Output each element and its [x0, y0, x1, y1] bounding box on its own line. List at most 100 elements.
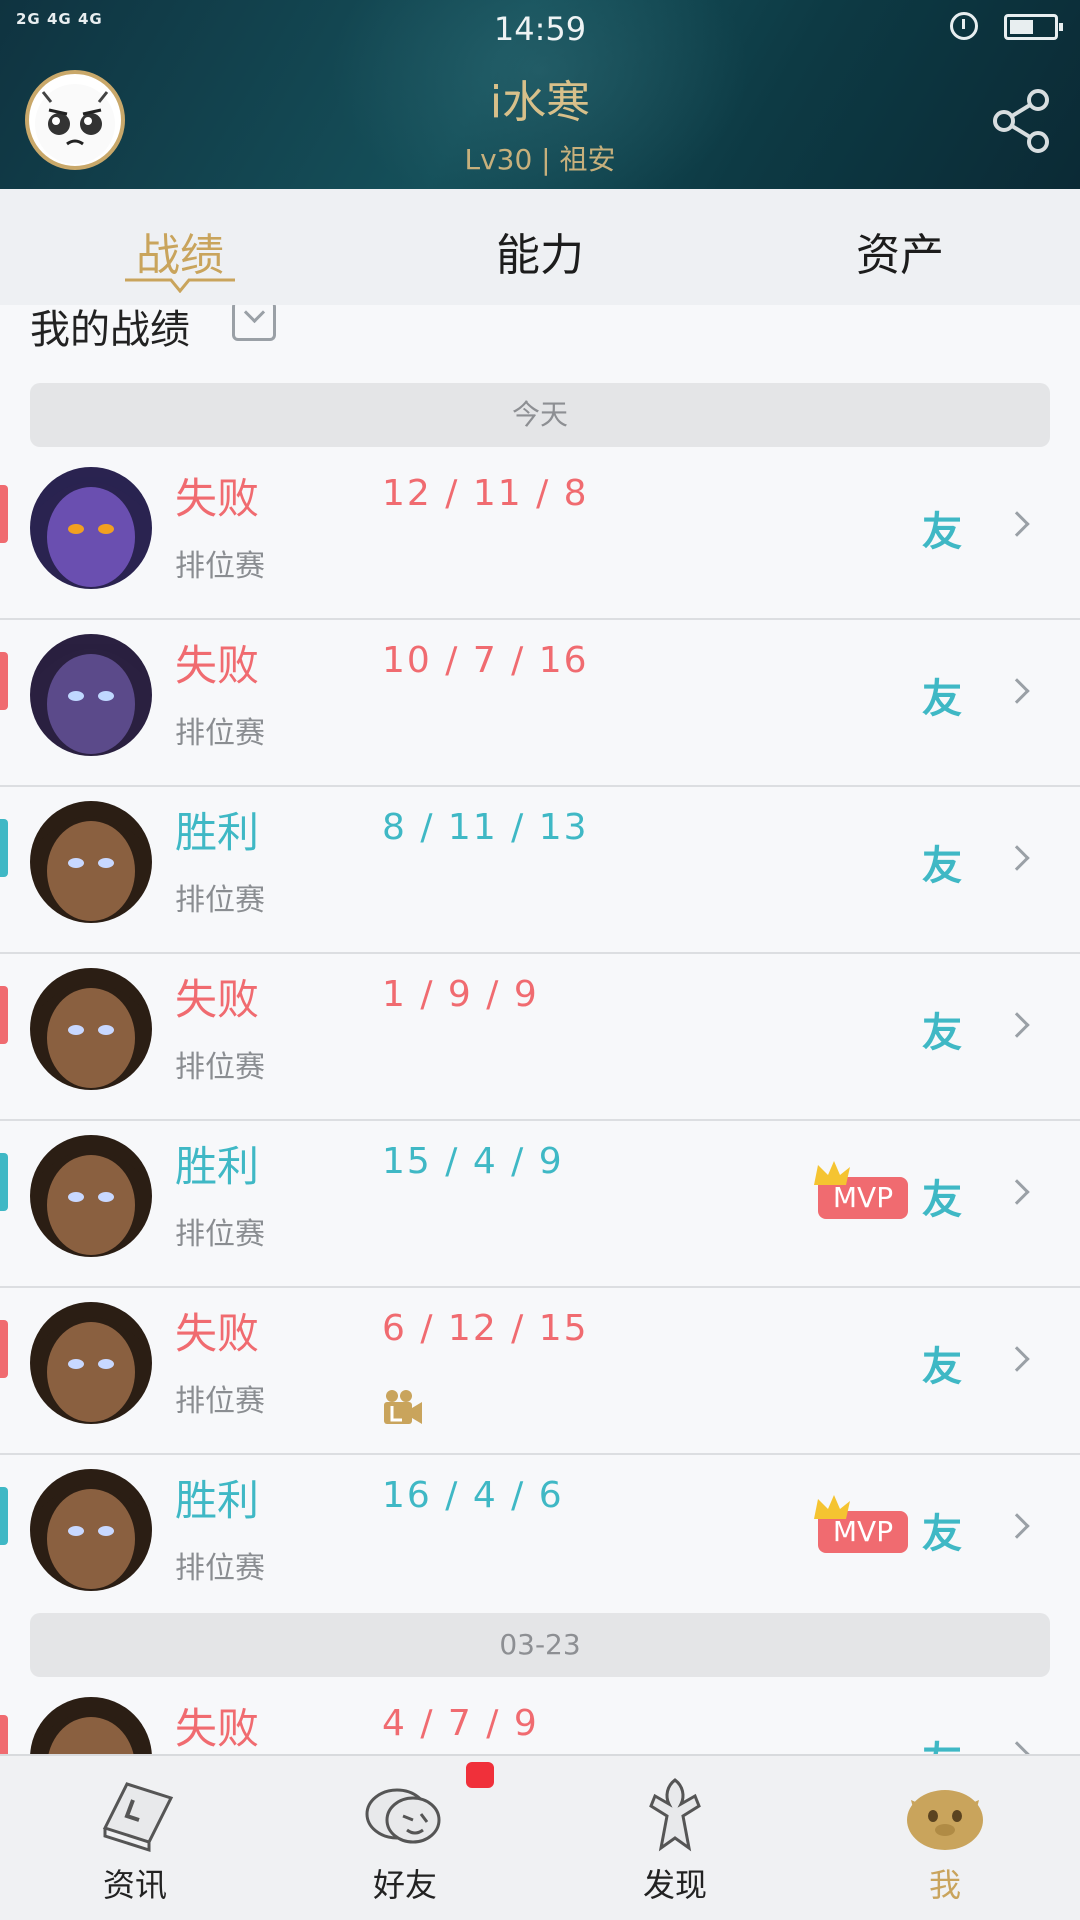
crown-icon [814, 1161, 850, 1185]
hero-portrait [30, 1697, 152, 1755]
nav-item-news[interactable]: 资讯 [0, 1756, 270, 1920]
match-mode: 排位赛 [175, 1551, 265, 1586]
chevron-right-icon [1004, 1346, 1030, 1372]
match-row[interactable]: 失败 4 / 7 / 9 友 [0, 1683, 1080, 1755]
match-row[interactable]: 胜利 排位赛 15 / 4 / 9 MVP 友 [0, 1121, 1080, 1288]
hero-portrait [30, 1469, 152, 1591]
section-title: 我的战绩 [30, 307, 190, 353]
match-result: 失败 [175, 641, 260, 690]
friend-tag: 友 [922, 1729, 962, 1755]
friend-tag: 友 [922, 1177, 962, 1223]
date-header-0323: 03-23 [30, 1613, 1050, 1677]
hero-portrait [30, 467, 152, 589]
friend-tag: 友 [922, 843, 962, 889]
bottom-nav: 资讯 好友 发现 我 [0, 1754, 1080, 1920]
match-row[interactable]: 失败排位赛 1 / 9 / 9 友 [0, 954, 1080, 1121]
chevron-right-icon [1004, 1012, 1030, 1038]
battery-icon [1004, 14, 1063, 40]
user-level-region: Lv30 | 祖安 [464, 143, 616, 176]
nav-label: 我 [928, 1866, 961, 1904]
hero-portrait [30, 801, 152, 923]
match-mode: 排位赛 [175, 1384, 265, 1419]
friend-tag: 友 [922, 509, 962, 555]
result-indicator [0, 485, 8, 543]
nav-item-friends[interactable]: 好友 [270, 1756, 540, 1920]
match-history-list[interactable]: 我的战绩 今天 失败 排位赛 12 / 11 / 8 友失败 排位赛 10 / 7 / 1… [0, 305, 1080, 1755]
chevron-right-icon [1004, 511, 1030, 537]
match-result: 失败 [175, 1309, 260, 1358]
match-row[interactable]: 胜利排位赛 8 / 11 / 13 友 [0, 787, 1080, 954]
result-indicator [0, 1715, 8, 1755]
tab-ability[interactable]: 能力 [360, 189, 720, 305]
chevron-right-icon [1004, 678, 1030, 704]
hero-portrait [30, 1302, 152, 1424]
friend-tag: 友 [922, 676, 962, 722]
hero-portrait [30, 968, 152, 1090]
tab-label: 资产 [856, 230, 944, 281]
match-row[interactable]: 失败排位赛 10 / 7 / 16 友 [0, 620, 1080, 787]
status-time: 14:59 [493, 10, 587, 48]
match-mode: 排位赛 [175, 549, 265, 584]
match-result: 失败 [175, 1704, 260, 1753]
match-kda: 15 / 4 / 9 [382, 1141, 564, 1182]
match-mode: 排位赛 [175, 883, 265, 918]
match-result: 失败 [175, 474, 260, 523]
match-result: 胜利 [175, 1142, 260, 1191]
friend-tag: 友 [922, 1511, 962, 1557]
hero-portrait [30, 1135, 152, 1257]
match-row[interactable]: 胜利 排位赛 16 / 4 / 6 MVP 友 [0, 1455, 1080, 1622]
match-kda: 12 / 11 / 8 [382, 473, 589, 514]
match-mode: 排位赛 [175, 1050, 265, 1085]
match-kda: 16 / 4 / 6 [382, 1475, 564, 1516]
profile-tabs: 战绩 能力 资产 [0, 189, 1080, 305]
match-result: 胜利 [175, 1476, 260, 1525]
chevron-right-icon [1004, 845, 1030, 871]
match-kda: 1 / 9 / 9 [382, 974, 539, 1015]
username: i水寒 [489, 77, 591, 128]
match-row[interactable]: 失败排位赛 6 / 12 / 15 友 [0, 1288, 1080, 1455]
match-row[interactable]: 失败排位赛 12 / 11 / 8 友 [0, 453, 1080, 620]
friend-tag: 友 [922, 1344, 962, 1390]
nav-label: 资讯 [102, 1866, 167, 1904]
match-mode: 排位赛 [175, 1217, 265, 1252]
replay-icon[interactable] [382, 1388, 424, 1426]
chevron-right-icon [1004, 1179, 1030, 1205]
discover-icon [649, 1778, 701, 1852]
news-icon [102, 1782, 174, 1853]
nav-item-discover[interactable]: 发现 [540, 1756, 810, 1920]
status-bar: 2G 4G 4G 14:59 [0, 0, 1080, 56]
crown-icon [814, 1495, 850, 1519]
me-icon [907, 1790, 983, 1850]
tab-label: 战绩 [136, 230, 224, 281]
hero-portrait [30, 634, 152, 756]
match-result: 失败 [175, 975, 260, 1024]
alarm-icon [950, 12, 978, 40]
nav-label: 发现 [642, 1866, 707, 1904]
match-kda: 6 / 12 / 15 [382, 1308, 589, 1349]
notification-badge [466, 1762, 494, 1788]
chevron-right-icon [1004, 1513, 1030, 1539]
filter-dropdown-icon[interactable] [232, 305, 276, 341]
tab-record[interactable]: 战绩 [0, 189, 360, 305]
match-kda: 8 / 11 / 13 [382, 807, 589, 848]
share-icon[interactable] [992, 88, 1052, 154]
result-indicator [0, 1153, 8, 1211]
result-indicator [0, 1320, 8, 1378]
tab-assets[interactable]: 资产 [720, 189, 1080, 305]
nav-item-me[interactable]: 我 [810, 1756, 1080, 1920]
nav-label: 好友 [372, 1866, 437, 1904]
result-indicator [0, 986, 8, 1044]
friend-tag: 友 [922, 1010, 962, 1056]
result-indicator [0, 819, 8, 877]
match-mode: 排位赛 [175, 716, 265, 751]
result-indicator [0, 1487, 8, 1545]
match-kda: 10 / 7 / 16 [382, 640, 589, 681]
match-result: 胜利 [175, 808, 260, 857]
tab-label: 能力 [496, 230, 584, 281]
date-header-today: 今天 [30, 383, 1050, 447]
profile-header: 2G 4G 4G 14:59 i水寒 Lv30 | 祖安 [0, 0, 1080, 189]
result-indicator [0, 652, 8, 710]
chevron-right-icon [1004, 1741, 1030, 1755]
match-kda: 4 / 7 / 9 [382, 1703, 539, 1744]
chat-icon [365, 1788, 441, 1844]
